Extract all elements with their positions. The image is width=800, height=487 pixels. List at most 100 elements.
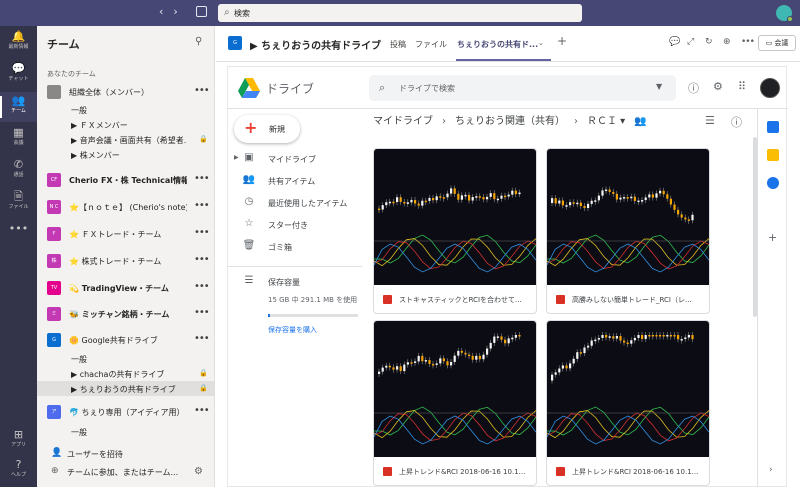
team-item[interactable]: 株 ⭐ 株式トレード・チーム ••• <box>37 252 215 270</box>
file-card[interactable]: 上昇トレンド&RCI 2018-06-16 10.1... <box>373 320 537 486</box>
drive-nav-item[interactable]: ◷ 最近使用したアイテム <box>228 192 358 214</box>
channel-item[interactable]: ▶ ＦＸメンバー <box>37 117 215 132</box>
add-tab-icon[interactable]: + <box>557 34 567 48</box>
team-item[interactable]: ミ 🐝 ミッチャン銘柄・チーム ••• <box>37 305 215 323</box>
tab-posts[interactable]: 投稿 <box>390 39 406 50</box>
drive-nav-item[interactable]: 🗑 ゴミ箱 <box>228 236 358 258</box>
rail-item-bell[interactable]: 🔔 最新情報 <box>0 28 37 58</box>
help-icon: ? <box>15 458 22 471</box>
drive-nav-item[interactable]: 👥 共有アイテム <box>228 170 358 192</box>
file-card[interactable]: ストキャスティックとRCIを合わせて... <box>373 148 537 314</box>
file-name: 上昇トレンド&RCI 2018-06-16 10.1... <box>399 468 526 476</box>
user-avatar[interactable] <box>776 5 793 22</box>
drive-nav-item[interactable]: ▶ ▣ マイドライブ <box>228 148 358 170</box>
buy-storage-link[interactable]: 保存容量を購入 <box>268 325 317 335</box>
more-options-icon[interactable]: ••• <box>194 281 210 292</box>
file-thumbnail <box>374 149 536 285</box>
storage-nav[interactable]: ☰ 保存容量 <box>228 271 358 293</box>
conversation-icon[interactable]: 💬 <box>669 37 680 47</box>
team-item[interactable]: Ｆ ⭐ ＦＸトレード・チーム ••• <box>37 225 215 243</box>
add-addon-icon[interactable]: + <box>768 231 777 244</box>
keep-icon[interactable] <box>767 149 779 161</box>
back-icon[interactable]: ‹ <box>159 5 173 18</box>
channel-item[interactable]: ▶ 株メンバー <box>37 147 215 162</box>
rail-item-more[interactable]: ••• <box>0 220 37 250</box>
team-name: 🐬 ちぇり専用（アイディア用） <box>69 408 185 417</box>
refresh-icon[interactable]: ↻ <box>705 37 713 47</box>
search-input[interactable]: ⌕ 検索 <box>218 4 582 22</box>
meet-button[interactable]: ▭ 会議 <box>758 35 796 51</box>
team-avatar: G <box>47 333 61 347</box>
rail-item-phone[interactable]: ✆ 通話 <box>0 156 37 186</box>
file-card[interactable]: 高勝みしない簡単トレード_RCI（レ... <box>546 148 710 314</box>
drive-nav-item[interactable]: ☆ スター付き <box>228 214 358 236</box>
team-avatar: CF <box>47 173 61 187</box>
more-options-icon[interactable]: ••• <box>194 405 210 416</box>
sidebar-divider <box>228 266 362 267</box>
breadcrumb-folder[interactable]: ちぇりおう関連（共有） <box>455 116 565 127</box>
chat-icon: 💬 <box>11 62 26 75</box>
more-options-icon[interactable]: ••• <box>194 173 210 184</box>
join-team[interactable]: ⊕ チームに参加、またはチーム... ⚙ <box>37 464 215 480</box>
rail-item-file[interactable]: 🗎 ファイル <box>0 188 37 218</box>
file-thumbnail <box>547 321 709 457</box>
breadcrumb-current[interactable]: ＲＣＩ ▾ <box>587 116 625 127</box>
new-button[interactable]: + 新規 <box>234 115 300 143</box>
help-icon[interactable]: ⓘ <box>688 80 699 96</box>
channel-item[interactable]: ▶ 音声会議・画面共有（希望者... 🔒 <box>37 132 215 147</box>
team-item[interactable]: G 🌼 Google共有ドライブ ••• <box>37 331 215 349</box>
settings-icon[interactable]: ⚙ <box>713 80 723 93</box>
chevron-right-icon[interactable]: › <box>769 465 773 475</box>
file-card[interactable]: 上昇トレンド&RCI 2018-06-16 10.1... <box>546 320 710 486</box>
rail-item-chat[interactable]: 💬 チャット <box>0 60 37 90</box>
tab-shared-drive[interactable]: ちぇりおうの共有ド... <box>457 39 538 50</box>
calendar-icon[interactable] <box>767 121 779 133</box>
channel-item[interactable]: ▶ chachaの共有ドライブ 🔒 <box>37 366 215 381</box>
new-chat-icon[interactable] <box>196 6 207 17</box>
section-label: あなたのチーム <box>47 70 96 78</box>
tab-files[interactable]: ファイル <box>415 39 447 50</box>
more-options-icon[interactable]: ••• <box>194 200 210 211</box>
filter-icon[interactable]: ⚲ <box>195 36 202 47</box>
more-options-icon[interactable]: ••• <box>194 85 210 96</box>
shared-folder-icon: 👥 <box>634 116 647 127</box>
rail-item-calendar[interactable]: ▦ 会議 <box>0 124 37 154</box>
chevron-down-icon[interactable]: ⌄ <box>538 39 544 47</box>
rail-item-teams[interactable]: 👥 チーム <box>0 92 37 122</box>
team-avatar: TV <box>47 281 61 295</box>
channel-item[interactable]: 一般 <box>37 102 215 117</box>
breadcrumb-my-drive[interactable]: マイドライブ <box>373 116 433 127</box>
team-item[interactable]: N C ⭐【ｎｏｔｅ】 (Cherio's note) ••• <box>37 198 215 216</box>
tasks-icon[interactable] <box>767 177 779 189</box>
gear-icon[interactable]: ⚙ <box>194 466 203 477</box>
more-options-icon[interactable]: ••• <box>741 37 755 47</box>
channel-item[interactable]: 一般 <box>37 424 215 439</box>
expand-icon[interactable]: ⤢ <box>687 37 694 47</box>
apps-grid-icon[interactable]: ⠿ <box>738 80 746 93</box>
forward-icon[interactable]: › <box>173 5 187 18</box>
drive-search-input[interactable]: ⌕ ドライブで検索 ▼ <box>369 75 676 101</box>
drive-account-avatar[interactable] <box>760 78 780 98</box>
list-view-icon[interactable]: ☰ <box>705 114 715 127</box>
more-options-icon[interactable]: ••• <box>194 307 210 318</box>
team-item[interactable]: ア 🐬 ちぇり専用（アイディア用） ••• <box>37 403 215 421</box>
channel-item[interactable]: ▶ ちぇりおうの共有ドライブ 🔒 <box>37 381 215 396</box>
more-options-icon[interactable]: ••• <box>194 227 210 238</box>
invite-users[interactable]: 👤 ユーザーを招待 <box>37 446 215 462</box>
image-file-icon <box>383 467 392 476</box>
channel-item[interactable]: 一般 <box>37 351 215 366</box>
channel-name: ▶ ちぇりおうの共有ドライブ <box>71 385 176 394</box>
expand-arrow-icon[interactable]: ▶ <box>234 154 239 161</box>
drive-nav-label: ゴミ箱 <box>268 243 292 252</box>
more-options-icon[interactable]: ••• <box>194 333 210 344</box>
globe-icon[interactable]: ⊕ <box>723 37 731 47</box>
team-item[interactable]: 組織全体（メンバー） ••• <box>37 83 215 101</box>
team-item[interactable]: TV 💫 TradingView・チーム ••• <box>37 279 215 297</box>
team-item[interactable]: CF Cherio FX・株 Technical情報 ••• <box>37 171 215 189</box>
rail-item-apps[interactable]: ⊞ アプリ <box>0 426 37 456</box>
search-options-icon[interactable]: ▼ <box>656 82 662 91</box>
rail-item-help[interactable]: ? ヘルプ <box>0 456 37 486</box>
more-options-icon[interactable]: ••• <box>194 254 210 265</box>
drive-nav-label: 最近使用したアイテム <box>268 199 348 208</box>
details-icon[interactable]: ⓘ <box>731 114 742 130</box>
